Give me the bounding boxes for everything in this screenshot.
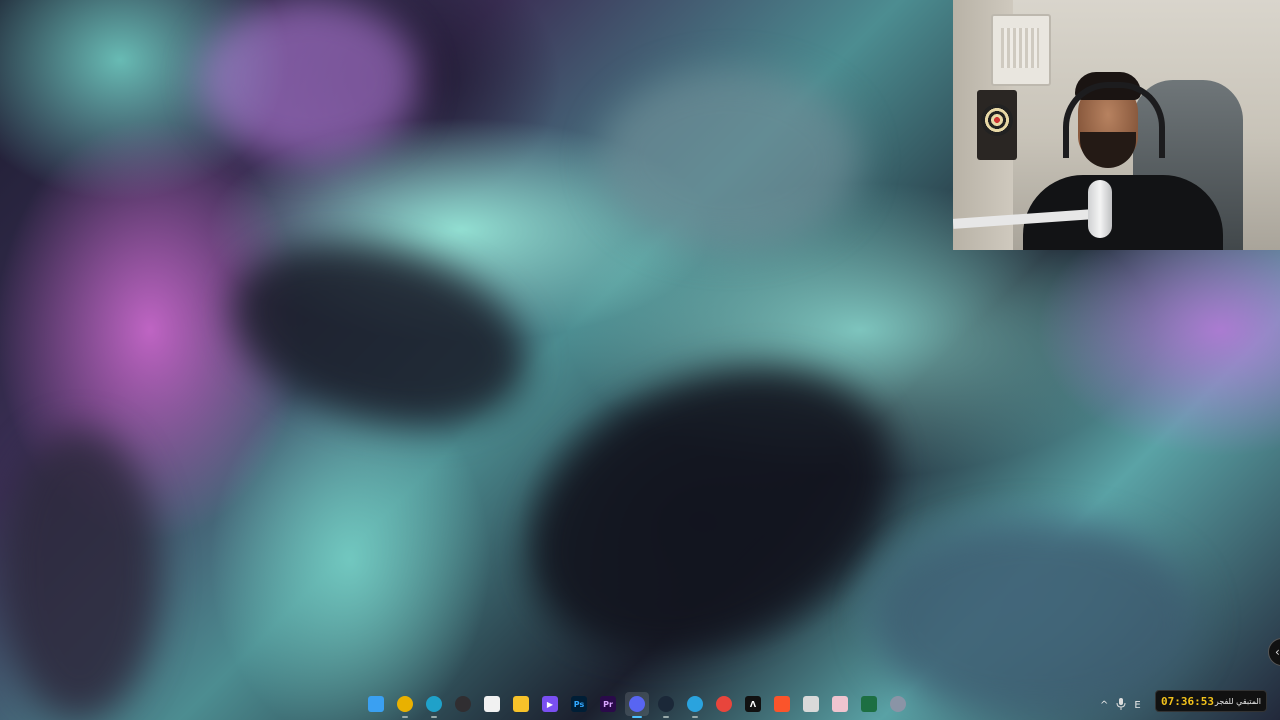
system-tray: ^ E: [1100, 692, 1141, 718]
taskbar-apps: ▶ Ps Pr Λ: [364, 692, 910, 718]
folder-icon: [513, 696, 529, 712]
microphone: [1088, 180, 1112, 238]
store-icon: [484, 696, 500, 712]
lambda-glyph: Λ: [749, 699, 757, 709]
tray-overflow-chevron-icon[interactable]: ^: [1100, 700, 1108, 711]
language-indicator[interactable]: E: [1134, 700, 1140, 711]
countdown-label: المتبقي للفجر: [1214, 696, 1261, 706]
taskbar-app-red-app[interactable]: [712, 692, 736, 716]
taskbar-app-edge[interactable]: [422, 692, 446, 718]
red-app-icon: [716, 696, 732, 712]
wallpaper-swirl: [482, 311, 938, 709]
taskbar-app-steam[interactable]: [654, 692, 678, 718]
dartboard: [977, 90, 1017, 160]
prayer-countdown-widget[interactable]: 07:36:53 المتبقي للفجر: [1155, 690, 1267, 712]
running-indicator: [632, 716, 642, 718]
taskbar-app-snipping-tool[interactable]: [799, 692, 823, 716]
windows-start-icon: [368, 696, 384, 712]
photoshop-glyph: Ps: [573, 699, 585, 709]
snipping-tool-icon: [803, 696, 819, 712]
taskbar-app-image-app[interactable]: [828, 692, 852, 716]
wallpaper-swirl: [0, 430, 160, 720]
running-indicator: [402, 716, 408, 718]
lambda-icon: Λ: [745, 696, 761, 712]
taskbar: ▶ Ps Pr Λ: [0, 690, 1280, 720]
excel-icon: [861, 696, 877, 712]
edge-icon: [426, 696, 442, 712]
taskbar-app-lambda-app[interactable]: Λ: [741, 692, 765, 716]
taskbar-app-explorer[interactable]: [509, 692, 533, 716]
taskbar-app-start[interactable]: [364, 692, 388, 716]
taskbar-app-discord[interactable]: [625, 692, 649, 718]
chrome-icon: [397, 696, 413, 712]
play-glyph: ▶: [546, 699, 554, 709]
brave-icon: [774, 696, 790, 712]
image-app-icon: [832, 696, 848, 712]
running-indicator: [431, 716, 437, 718]
countdown-time: 07:36:53: [1161, 694, 1214, 708]
obs-icon: [455, 696, 471, 712]
taskbar-app-premiere[interactable]: Pr: [596, 692, 620, 716]
running-indicator: [692, 716, 698, 718]
premiere-icon: Pr: [600, 696, 616, 712]
taskbar-app-media-player[interactable]: ▶: [538, 692, 562, 716]
taskbar-app-excel[interactable]: [857, 692, 881, 716]
settings-gear-icon: [890, 696, 906, 712]
play-icon: ▶: [542, 696, 558, 712]
taskbar-app-obs[interactable]: [451, 692, 475, 716]
wallpaper-swirl: [213, 214, 547, 456]
taskbar-app-telegram[interactable]: [683, 692, 707, 718]
wallpaper-swirl: [200, 0, 420, 160]
taskbar-app-brave[interactable]: [770, 692, 794, 716]
taskbar-app-store[interactable]: [480, 692, 504, 716]
premiere-glyph: Pr: [603, 699, 613, 709]
microphone-icon[interactable]: [1116, 697, 1126, 713]
air-conditioner: [991, 14, 1051, 86]
steam-icon: [658, 696, 674, 712]
photoshop-icon: Ps: [571, 696, 587, 712]
running-indicator: [663, 716, 669, 718]
wallpaper-swirl: [600, 70, 860, 250]
taskbar-app-settings[interactable]: [886, 692, 910, 716]
discord-icon: [629, 696, 645, 712]
taskbar-app-chrome[interactable]: [393, 692, 417, 718]
taskbar-app-photoshop[interactable]: Ps: [567, 692, 591, 716]
telegram-icon: [687, 696, 703, 712]
webcam-overlay: [953, 0, 1280, 250]
headphones: [1063, 82, 1165, 158]
